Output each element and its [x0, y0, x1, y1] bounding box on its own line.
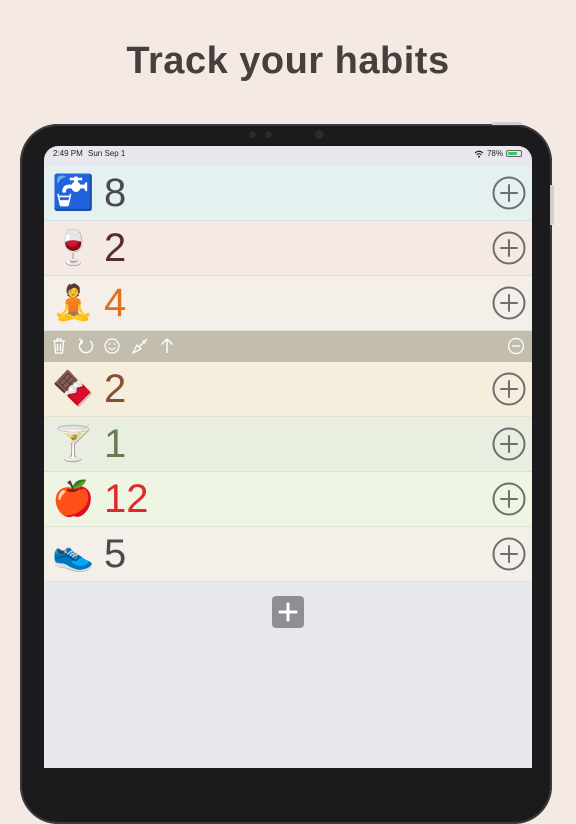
increment-button[interactable] — [492, 176, 526, 210]
front-camera — [265, 131, 272, 138]
paint-brush-icon[interactable] — [130, 336, 150, 356]
habit-row[interactable]: 🧘 4 — [44, 276, 532, 331]
habit-list: 🚰 8 🍷 2 🧘 4 🍫 2 🍸 1 🍎 12 👟 5 — [44, 166, 532, 582]
plus-circle-icon — [492, 427, 526, 461]
undo-icon[interactable] — [76, 336, 96, 356]
volume-button — [550, 185, 554, 225]
habit-emoji: 🧘 — [52, 283, 95, 323]
habit-count: 5 — [104, 532, 127, 576]
plus-circle-icon — [492, 176, 526, 210]
increment-button[interactable] — [492, 427, 526, 461]
habit-row[interactable]: 🍎 12 — [44, 472, 532, 527]
habit-emoji: 🍎 — [52, 479, 95, 519]
add-habit-button[interactable] — [272, 596, 304, 628]
plus-circle-icon — [492, 372, 526, 406]
habit-emoji: 🍸 — [52, 424, 95, 464]
plus-circle-icon — [492, 482, 526, 516]
minus-circle-icon[interactable] — [506, 336, 526, 356]
status-time: 2:49 PM — [53, 149, 83, 158]
app-screen: 2:49 PM Sun Sep 1 78% 🚰 8 🍷 2 🧘 4 🍫 2 🍸 … — [44, 146, 532, 768]
habit-row[interactable]: 🍫 2 — [44, 362, 532, 417]
habit-row[interactable]: 👟 5 — [44, 527, 532, 582]
smiley-icon[interactable] — [102, 336, 122, 356]
battery-icon — [506, 150, 522, 157]
habit-count: 8 — [104, 171, 127, 215]
front-camera — [249, 131, 256, 138]
headline: Track your habits — [126, 40, 450, 82]
plus-icon — [278, 602, 298, 622]
habit-row[interactable]: 🍸 1 — [44, 417, 532, 472]
habit-row[interactable]: 🚰 8 — [44, 166, 532, 221]
increment-button[interactable] — [492, 482, 526, 516]
increment-button[interactable] — [492, 231, 526, 265]
habit-row[interactable]: 🍷 2 — [44, 221, 532, 276]
habit-emoji: 👟 — [52, 534, 95, 574]
habit-count: 12 — [104, 477, 149, 521]
habit-emoji: 🍫 — [52, 369, 95, 409]
wifi-icon — [474, 150, 484, 158]
power-button — [492, 122, 522, 125]
habit-count: 1 — [104, 422, 127, 466]
row-toolbar — [44, 331, 532, 362]
habit-emoji: 🚰 — [52, 173, 95, 213]
status-date: Sun Sep 1 — [88, 149, 126, 158]
plus-circle-icon — [492, 286, 526, 320]
increment-button[interactable] — [492, 537, 526, 571]
increment-button[interactable] — [492, 286, 526, 320]
trash-icon[interactable] — [49, 336, 69, 356]
habit-emoji: 🍷 — [52, 228, 95, 268]
habit-count: 2 — [104, 226, 127, 270]
increment-button[interactable] — [492, 372, 526, 406]
plus-circle-icon — [492, 231, 526, 265]
plus-circle-icon — [492, 537, 526, 571]
arrow-up-icon[interactable] — [157, 336, 177, 356]
battery-percent: 78% — [486, 149, 503, 158]
status-bar: 2:49 PM Sun Sep 1 78% — [44, 146, 532, 166]
habit-count: 4 — [104, 281, 127, 325]
habit-count: 2 — [104, 367, 127, 411]
front-camera — [315, 130, 324, 139]
